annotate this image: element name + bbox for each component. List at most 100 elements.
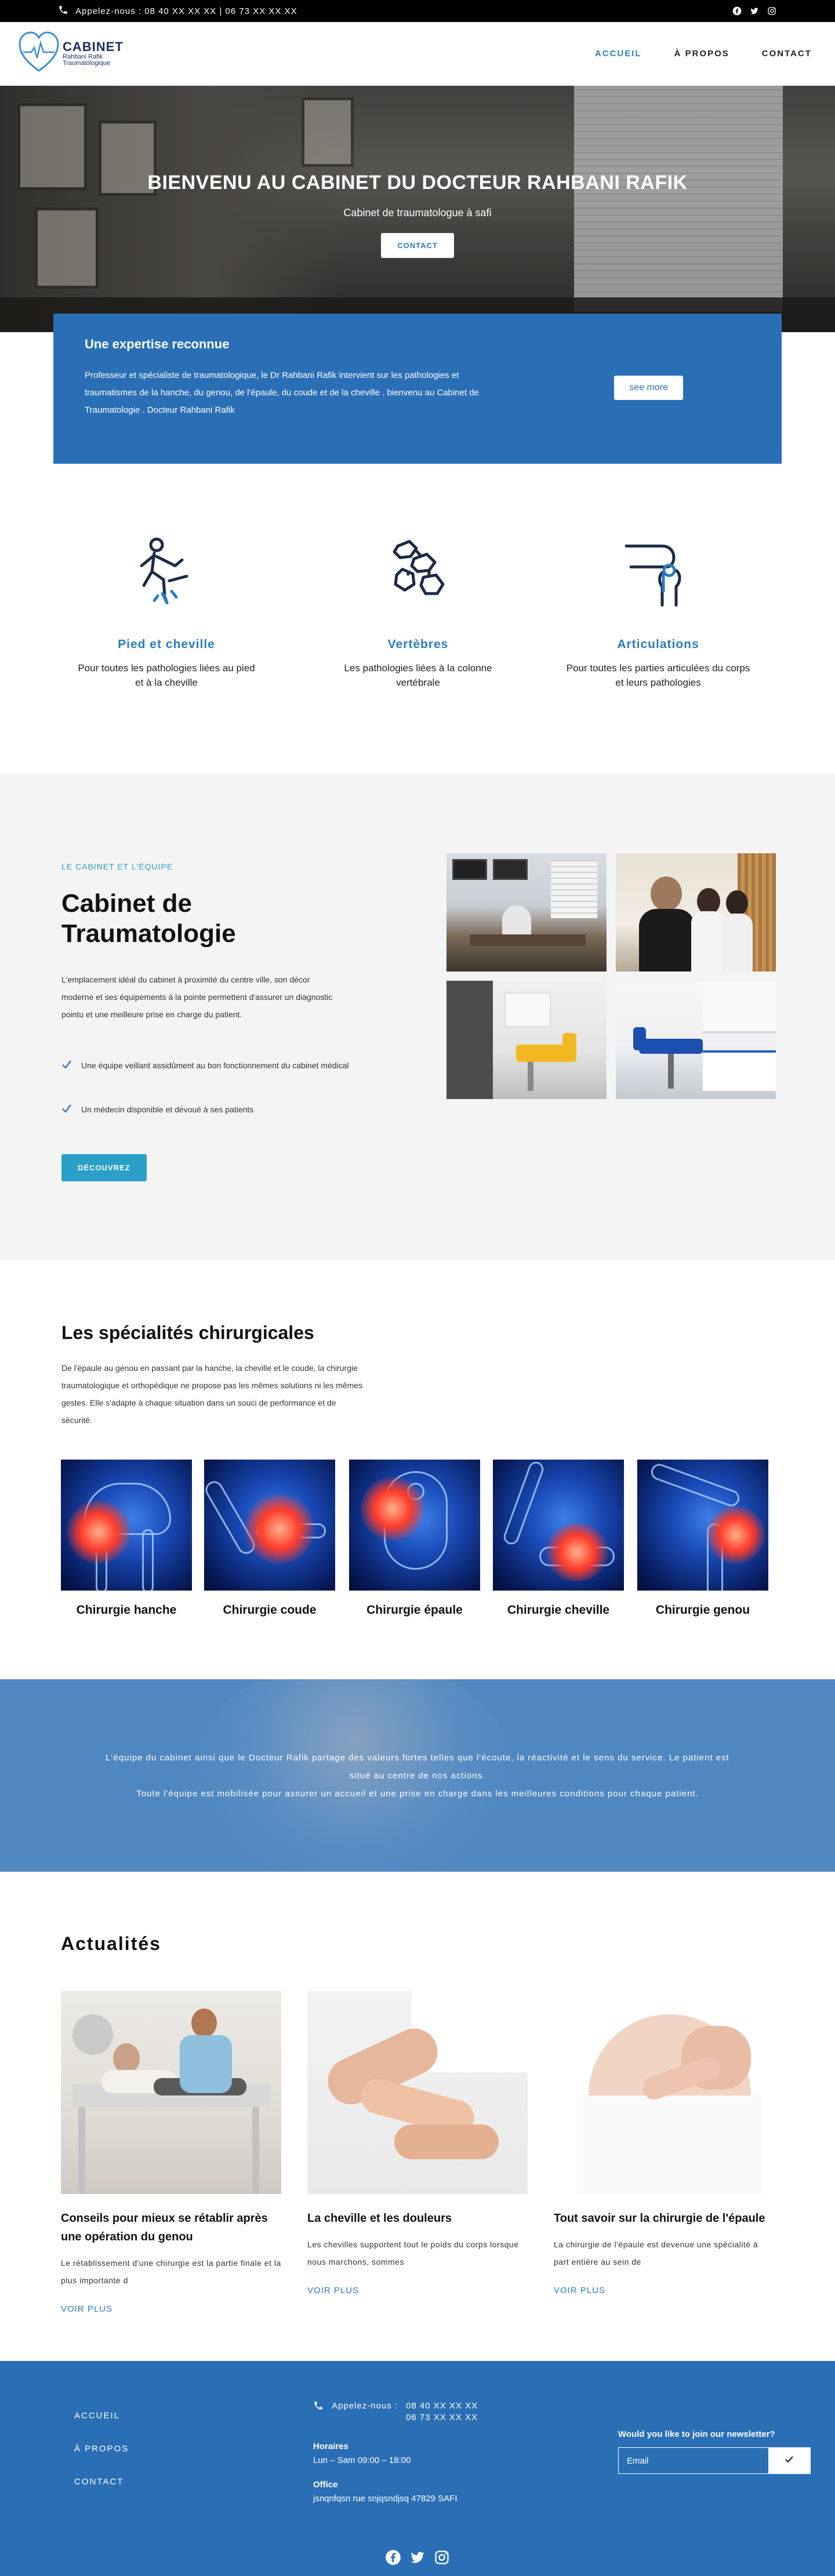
- feature-text: Pour toutes les parties articulées du co…: [566, 663, 750, 688]
- nav-item-accueil[interactable]: ACCUEIL: [595, 49, 642, 59]
- cabinet-photo-team: [616, 853, 776, 972]
- knee-rehab-image: [61, 1991, 281, 2194]
- nav-item-a-propos[interactable]: À PROPOS: [674, 49, 729, 59]
- instagram-icon[interactable]: [767, 6, 777, 16]
- top-bar: Appelez-nous : 08 40 XX XX XX | 06 73 XX…: [0, 0, 835, 22]
- spec-title: Chirurgie genou: [655, 1603, 750, 1617]
- phone-icon: [58, 5, 68, 17]
- footer-office-label: Office: [313, 2480, 338, 2490]
- expertise-box: Une expertise reconnue Professeur et spé…: [53, 314, 782, 464]
- spec-card-coude[interactable]: Chirurgie coude: [204, 1460, 335, 1617]
- heart-pulse-logo-icon: [19, 30, 59, 77]
- feature-vertebres: Vertèbres Les pathologies liées à la col…: [325, 533, 511, 690]
- see-more-button[interactable]: see more: [614, 376, 683, 400]
- facebook-icon[interactable]: [385, 2549, 401, 2568]
- values-line-1: L'équipe du cabinet ainsi que le Docteur…: [106, 1753, 729, 1763]
- news-card[interactable]: Conseils pour mieux se rétablir après un…: [61, 1991, 281, 2314]
- specialites-description: De l'épaule au genou en passant par la h…: [61, 1363, 363, 1425]
- phone-icon: [313, 2400, 324, 2414]
- footer-link-a-propos[interactable]: À PROPOS: [74, 2444, 129, 2454]
- elbow-xray-image: [204, 1460, 335, 1591]
- footer-link-contact[interactable]: CONTACT: [74, 2477, 129, 2487]
- feature-pied-cheville: Pied et cheville Pour toutes les patholo…: [74, 533, 259, 690]
- footer-office-address: jsnqnfqsn rue snjqsndjsq 47829 SAFI: [313, 2494, 458, 2504]
- footer-link-accueil[interactable]: ACCUEIL: [74, 2411, 129, 2421]
- spec-title: Chirurgie épaule: [366, 1603, 463, 1617]
- cabinet-check-item: Un médecin disponible et dévoué à ses pa…: [61, 1102, 363, 1119]
- check-icon: [61, 1058, 72, 1075]
- decouvrez-button[interactable]: DÉCOUVREZ: [61, 1154, 147, 1181]
- newsletter-submit-button[interactable]: [768, 2448, 810, 2473]
- hero-title: BIENVENU AU CABINET DU DOCTEUR RAHBANI R…: [147, 172, 688, 194]
- twitter-icon[interactable]: [409, 2549, 426, 2568]
- footer-social: [0, 2549, 835, 2568]
- expertise-title: Une expertise reconnue: [85, 337, 230, 351]
- spec-title: Chirurgie cheville: [507, 1603, 610, 1617]
- cabinet-title: Cabinet de Traumatologie: [61, 889, 236, 948]
- shoulder-xray-image: [349, 1460, 480, 1591]
- footer-phone-label: Appelez-nous :: [332, 2401, 398, 2411]
- expertise-text: Professeur et spécialiste de traumatolog…: [85, 370, 480, 415]
- cabinet-description: L'emplacement idéal du cabinet à proximi…: [61, 975, 333, 1019]
- news-card[interactable]: Tout savoir sur la chirurgie de l'épaule…: [554, 1991, 774, 2295]
- footer-links: ACCUEIL À PROPOS CONTACT: [74, 2411, 129, 2487]
- feature-text: Les pathologies liées à la colonne verté…: [344, 663, 492, 688]
- news-card-title: Conseils pour mieux se rétablir après un…: [61, 2212, 268, 2243]
- voir-plus-link[interactable]: VOIR PLUS: [554, 2286, 774, 2295]
- values-text: L'équipe du cabinet ainsi que le Docteur…: [0, 1749, 835, 1803]
- cabinet-photo-treatment-room: [616, 981, 776, 1099]
- facebook-icon[interactable]: [732, 6, 742, 16]
- hero-subtitle: Cabinet de traumatologue à safi: [343, 207, 492, 219]
- cabinet-section: LE CABINET ET L'ÉQUIPE Cabinet de Trauma…: [0, 774, 835, 1261]
- feature-title: Vertèbres: [387, 638, 449, 651]
- ankle-massage-image: [307, 1991, 528, 2194]
- newsletter-form: [618, 2447, 811, 2474]
- features-section: Pied et cheville Pour toutes les patholo…: [0, 464, 835, 774]
- spec-card-genou[interactable]: Chirurgie genou: [637, 1460, 768, 1617]
- logo-title: CABINET: [63, 39, 124, 54]
- footer-contact-info: Appelez-nous : 08 40 XX XX XX 06 73 XX X…: [313, 2400, 478, 2505]
- cabinet-photo-office: [446, 853, 607, 972]
- news-card[interactable]: La cheville et les douleurs Les cheville…: [307, 1991, 528, 2295]
- topbar-phone-text: Appelez-nous : 08 40 XX XX XX | 06 73 XX…: [75, 6, 297, 16]
- spec-card-cheville[interactable]: Chirurgie cheville: [493, 1460, 624, 1617]
- feature-articulations: Articulations Pour toutes les parties ar…: [565, 533, 751, 690]
- check-text: Un médecin disponible et dévoué à ses pa…: [81, 1105, 254, 1114]
- cabinet-photo-exam-room: [446, 981, 607, 1099]
- news-card-excerpt: Le rétablissement d'une chirurgie est la…: [61, 2258, 281, 2285]
- sprained-ankle-icon: [129, 533, 204, 609]
- news-card-title: Tout savoir sur la chirurgie de l'épaule: [554, 2212, 765, 2225]
- topbar-social: [732, 6, 777, 16]
- twitter-icon[interactable]: [749, 6, 760, 16]
- footer-hours: Lun – Sam 09:00 – 18:00: [313, 2455, 411, 2465]
- hero-contact-button[interactable]: CONTACT: [381, 233, 454, 258]
- actualites-section: Actualités Conseils pour mieux se rétabl…: [0, 1872, 835, 2361]
- newsletter-email-input[interactable]: [619, 2448, 768, 2473]
- feature-text: Pour toutes les pathologies liées au pie…: [78, 663, 255, 688]
- spec-card-hanche[interactable]: Chirurgie hanche: [61, 1460, 192, 1617]
- knee-xray-image: [637, 1460, 768, 1591]
- news-card-excerpt: La chirurgie de l'épaule est devenue une…: [554, 2240, 758, 2266]
- instagram-icon[interactable]: [434, 2549, 450, 2568]
- voir-plus-link[interactable]: VOIR PLUS: [307, 2286, 528, 2295]
- site-logo[interactable]: CABINET Rahbani Rafik Traumatologique: [19, 30, 124, 77]
- site-footer: ACCUEIL À PROPOS CONTACT Appelez-nous : …: [0, 2361, 835, 2576]
- feature-title: Articulations: [617, 638, 699, 651]
- specialites-section: Les spécialités chirurgicales De l'épaul…: [0, 1261, 835, 1679]
- nav-item-contact[interactable]: CONTACT: [762, 49, 812, 59]
- news-card-title: La cheville et les douleurs: [307, 2212, 452, 2225]
- ankle-xray-image: [493, 1460, 624, 1591]
- footer-phone-1[interactable]: 08 40 XX XX XX: [406, 2400, 478, 2412]
- specialites-title: Les spécialités chirurgicales: [61, 1322, 314, 1343]
- feature-title: Pied et cheville: [118, 638, 215, 651]
- vertebrae-icon: [380, 533, 456, 609]
- cabinet-kicker: LE CABINET ET L'ÉQUIPE: [61, 862, 173, 871]
- values-line-2: situé au centre de nos actions.: [349, 1771, 486, 1781]
- spec-title: Chirurgie hanche: [76, 1603, 177, 1617]
- hero-banner: BIENVENU AU CABINET DU DOCTEUR RAHBANI R…: [0, 86, 835, 332]
- topbar-phone[interactable]: Appelez-nous : 08 40 XX XX XX | 06 73 XX…: [58, 5, 297, 17]
- voir-plus-link[interactable]: VOIR PLUS: [61, 2304, 281, 2314]
- footer-phone-2[interactable]: 06 73 XX XX XX: [406, 2412, 478, 2424]
- checkmark-icon: [785, 2455, 794, 2467]
- spec-card-epaule[interactable]: Chirurgie épaule: [349, 1460, 480, 1617]
